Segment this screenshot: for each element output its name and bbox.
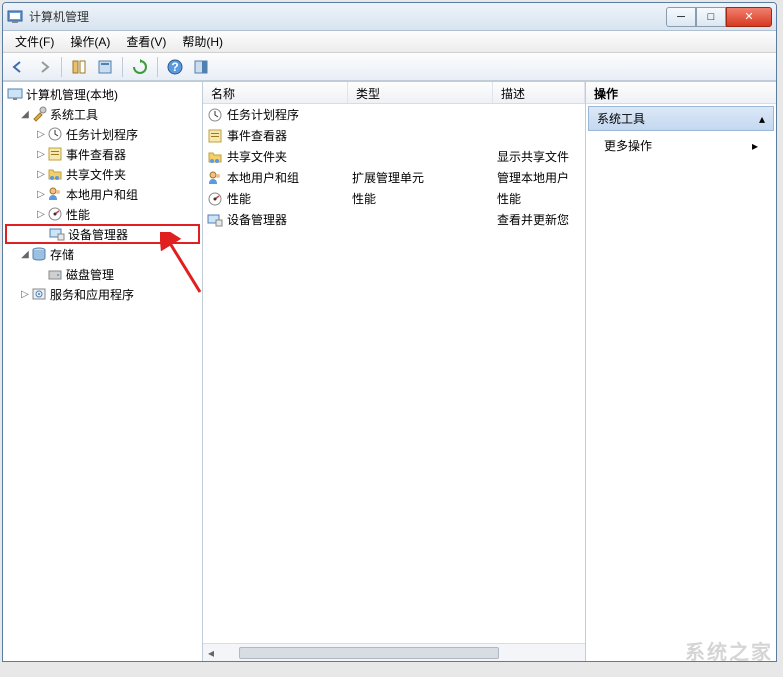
forward-button[interactable] (33, 56, 55, 78)
event-icon (207, 128, 223, 144)
col-name[interactable]: 名称 (203, 82, 348, 103)
users-icon (47, 186, 63, 202)
actions-more[interactable]: 更多操作 ▸ (586, 133, 776, 158)
computer-icon (7, 86, 23, 102)
clock-icon (47, 126, 63, 142)
expand-icon[interactable]: ▷ (35, 129, 47, 140)
actions-pane: 操作 系统工具 ▴ 更多操作 ▸ (586, 82, 776, 661)
list-row[interactable]: 任务计划程序 (203, 104, 585, 125)
expand-icon[interactable]: ▷ (35, 149, 47, 160)
list-body[interactable]: 任务计划程序事件查看器共享文件夹显示共享文件本地用户和组扩展管理单元管理本地用户… (203, 104, 585, 643)
performance-icon (47, 206, 63, 222)
tree-event-viewer[interactable]: ▷ 事件查看器 (5, 144, 200, 164)
list-row[interactable]: 性能性能性能 (203, 188, 585, 209)
list-header: 名称 类型 描述 (203, 82, 585, 104)
menu-file[interactable]: 文件(F) (9, 31, 60, 52)
toolbar: ? (3, 53, 776, 81)
tree-pane[interactable]: 计算机管理(本地) ◢ 系统工具 ▷ 任务计划程序 ▷ 事件查看器 ▷ 共享文件… (3, 82, 203, 661)
show-hide-tree-button[interactable] (68, 56, 90, 78)
expand-icon[interactable]: ▷ (35, 189, 47, 200)
menubar: 文件(F) 操作(A) 查看(V) 帮助(H) (3, 31, 776, 53)
tree-local-users[interactable]: ▷ 本地用户和组 (5, 184, 200, 204)
storage-icon (31, 246, 47, 262)
tree-storage[interactable]: ◢ 存储 (5, 244, 200, 264)
tree-device-manager[interactable]: 设备管理器 (5, 224, 200, 244)
menu-help[interactable]: 帮助(H) (176, 31, 229, 52)
folder-icon (207, 149, 223, 165)
window-title: 计算机管理 (29, 8, 666, 25)
services-icon (31, 286, 47, 302)
list-row[interactable]: 事件查看器 (203, 125, 585, 146)
shared-folder-icon (47, 166, 63, 182)
back-button[interactable] (7, 56, 29, 78)
horizontal-scrollbar[interactable]: ◂ (203, 643, 585, 661)
device-manager-icon (49, 226, 65, 242)
list-row[interactable]: 设备管理器查看并更新您 (203, 209, 585, 230)
tree-services-apps[interactable]: ▷ 服务和应用程序 (5, 284, 200, 304)
event-icon (47, 146, 63, 162)
actions-selected[interactable]: 系统工具 ▴ (588, 106, 774, 131)
list-row[interactable]: 本地用户和组扩展管理单元管理本地用户 (203, 167, 585, 188)
watermark: 系统之家 (685, 636, 773, 665)
submenu-icon: ▸ (752, 139, 758, 153)
menu-view[interactable]: 查看(V) (120, 31, 172, 52)
minimize-button[interactable]: ─ (666, 7, 696, 27)
expand-icon[interactable]: ▷ (35, 209, 47, 220)
col-type[interactable]: 类型 (348, 82, 493, 103)
col-desc[interactable]: 描述 (493, 82, 585, 103)
list-pane: 名称 类型 描述 任务计划程序事件查看器共享文件夹显示共享文件本地用户和组扩展管… (203, 82, 586, 661)
expand-icon[interactable]: ▷ (35, 169, 47, 180)
tree-performance[interactable]: ▷ 性能 (5, 204, 200, 224)
menu-action[interactable]: 操作(A) (64, 31, 116, 52)
collapse-icon: ▴ (759, 112, 765, 126)
device-icon (207, 212, 223, 228)
app-icon (7, 9, 23, 25)
properties-button[interactable] (94, 56, 116, 78)
scroll-thumb[interactable] (239, 647, 499, 659)
clock-icon (207, 107, 223, 123)
collapse-icon[interactable]: ◢ (19, 109, 31, 120)
disk-icon (47, 266, 63, 282)
refresh-button[interactable] (129, 56, 151, 78)
maximize-button[interactable]: □ (696, 7, 726, 27)
expand-icon[interactable]: ▷ (19, 289, 31, 300)
tree-disk-management[interactable]: 磁盘管理 (5, 264, 200, 284)
perf-icon (207, 191, 223, 207)
list-row[interactable]: 共享文件夹显示共享文件 (203, 146, 585, 167)
tools-icon (31, 106, 47, 122)
tree-system-tools[interactable]: ◢ 系统工具 (5, 104, 200, 124)
action-pane-button[interactable] (190, 56, 212, 78)
tree-root[interactable]: 计算机管理(本地) (5, 84, 200, 104)
actions-title: 操作 (586, 82, 776, 104)
tree-task-scheduler[interactable]: ▷ 任务计划程序 (5, 124, 200, 144)
close-button[interactable]: ✕ (726, 7, 772, 27)
help-button[interactable]: ? (164, 56, 186, 78)
collapse-icon[interactable]: ◢ (19, 249, 31, 260)
titlebar: 计算机管理 ─ □ ✕ (3, 3, 776, 31)
users-icon (207, 170, 223, 186)
tree-shared-folders[interactable]: ▷ 共享文件夹 (5, 164, 200, 184)
svg-text:?: ? (171, 60, 178, 74)
